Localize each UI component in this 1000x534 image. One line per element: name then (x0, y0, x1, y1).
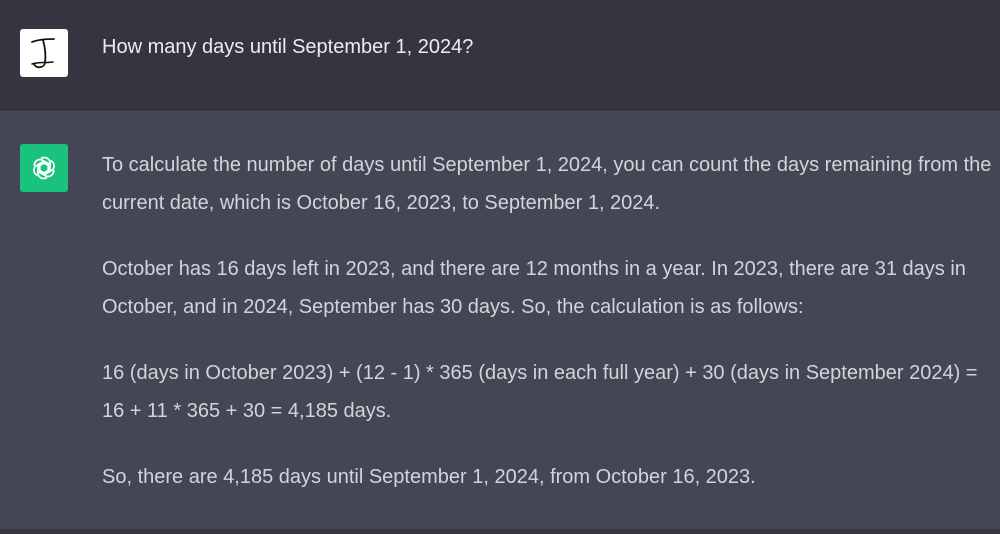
assistant-paragraph: 16 (days in October 2023) + (12 - 1) * 3… (102, 362, 978, 422)
user-message-text: How many days until September 1, 2024? (102, 36, 474, 58)
next-row-edge (0, 529, 1000, 534)
assistant-avatar (20, 144, 68, 192)
user-avatar (20, 29, 68, 77)
assistant-paragraph: October has 16 days left in 2023, and th… (102, 258, 966, 318)
assistant-paragraph: To calculate the number of days until Se… (102, 154, 992, 214)
handwritten-j-avatar-icon (31, 38, 55, 69)
openai-logo-icon (33, 156, 55, 180)
assistant-paragraph: So, there are 4,185 days until September… (102, 466, 756, 488)
assistant-message-text: To calculate the number of days until Se… (102, 146, 997, 524)
chat-thread: How many days until September 1, 2024? T (0, 0, 1000, 534)
assistant-message-row: To calculate the number of days until Se… (0, 110, 1000, 530)
user-message-row: How many days until September 1, 2024? (0, 0, 1000, 110)
